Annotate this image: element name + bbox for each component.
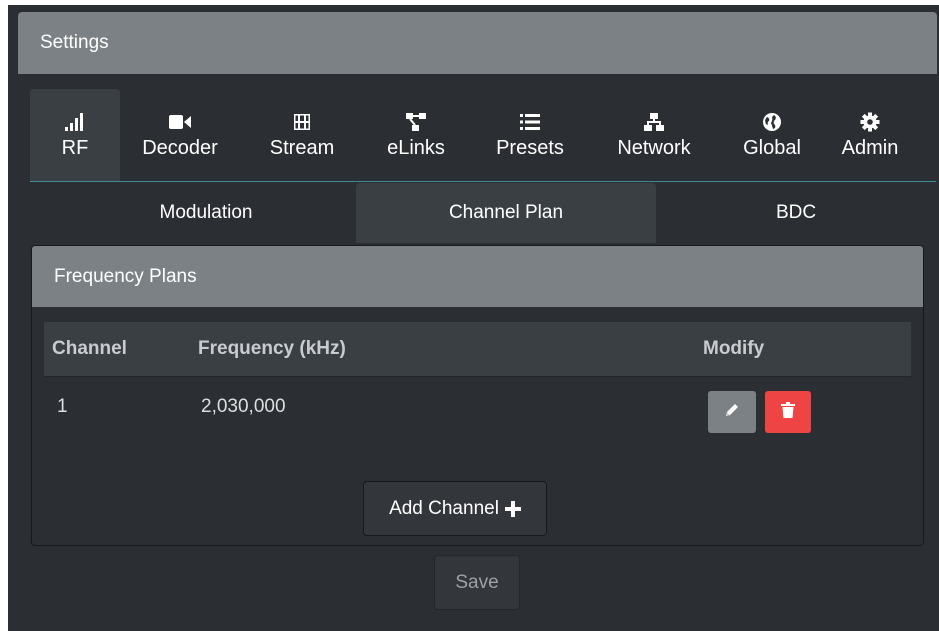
settings-title: Settings [40, 32, 109, 53]
nav-global-label: Global [743, 136, 801, 159]
tab-channel-plan[interactable]: Channel Plan [356, 183, 656, 243]
column-header-modify: Modify [703, 338, 765, 359]
signal-bars-icon [63, 111, 87, 133]
nav-admin[interactable]: Admin [828, 89, 912, 181]
nav-rf-label: RF [61, 136, 89, 159]
diagram-link-icon [404, 111, 428, 133]
nav-admin-label: Admin [841, 136, 899, 159]
edit-button[interactable] [708, 391, 756, 433]
table-header: Channel Frequency (kHz) Modify [44, 322, 911, 377]
column-header-channel: Channel [52, 338, 127, 359]
nav-elinks[interactable]: eLinks [368, 89, 464, 181]
nav-global[interactable]: Global [724, 89, 820, 181]
delete-button[interactable] [765, 391, 811, 433]
column-header-frequency: Frequency (kHz) [198, 338, 346, 359]
nav-stream[interactable]: Stream [254, 89, 350, 181]
channel-cell: 1 [57, 396, 68, 417]
tab-modulation-label: Modulation [159, 202, 253, 223]
nav-network-label: Network [617, 136, 691, 159]
sub-tabs: Modulation Channel Plan BDC [30, 183, 936, 243]
main-nav: RF Decoder Stream eLinks Presets Network… [30, 89, 936, 182]
save-label: Save [455, 571, 499, 593]
settings-header: Settings [18, 12, 937, 74]
nav-elinks-label: eLinks [387, 136, 445, 159]
frequency-plans-panel: Frequency Plans Channel Frequency (kHz) … [31, 245, 924, 546]
list-icon [518, 111, 542, 133]
trash-icon [781, 401, 795, 423]
nav-stream-label: Stream [269, 136, 335, 159]
nav-decoder[interactable]: Decoder [126, 89, 234, 181]
add-channel-label: Add Channel [389, 497, 499, 519]
pencil-icon [724, 402, 740, 423]
panel-title: Frequency Plans [54, 265, 197, 287]
network-sitemap-icon [642, 111, 666, 133]
table-row: 1 2,030,000 [44, 377, 911, 439]
frequency-cell: 2,030,000 [201, 396, 286, 417]
tab-modulation[interactable]: Modulation [56, 183, 356, 243]
nav-presets[interactable]: Presets [482, 89, 578, 181]
gear-icon [858, 111, 882, 133]
save-button[interactable]: Save [434, 555, 520, 610]
nav-network[interactable]: Network [600, 89, 708, 181]
nav-decoder-label: Decoder [142, 136, 218, 159]
film-icon [290, 111, 314, 133]
globe-icon [760, 111, 784, 133]
nav-rf[interactable]: RF [30, 89, 120, 181]
tab-channel-plan-label: Channel Plan [448, 202, 564, 223]
add-channel-button[interactable]: Add Channel [363, 481, 547, 536]
plus-icon [504, 500, 521, 517]
nav-presets-label: Presets [496, 136, 564, 159]
settings-window: Settings RF Decoder Stream eLinks Preset… [8, 5, 939, 631]
video-camera-icon [168, 111, 192, 133]
tab-bdc[interactable]: BDC [656, 183, 936, 243]
panel-header: Frequency Plans [32, 246, 923, 307]
tab-bdc-label: BDC [775, 202, 817, 223]
